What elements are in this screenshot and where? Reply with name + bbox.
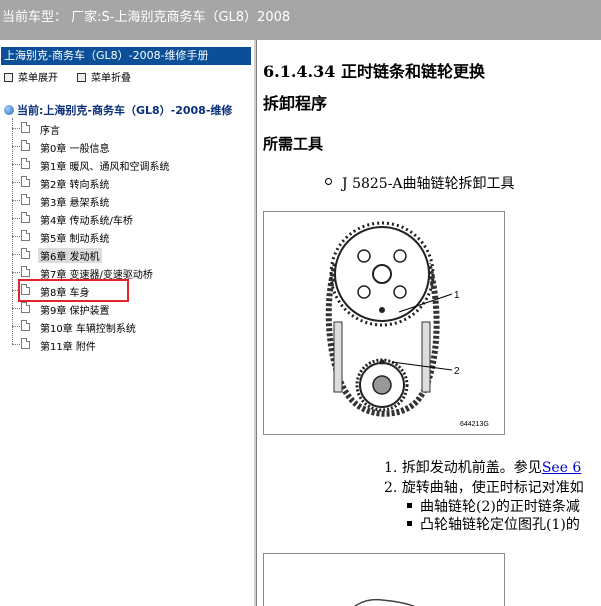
title-bar: 当前车型： 厂家:S-上海别克商务车（GL8）2008 (0, 0, 601, 40)
current-node-label: 当前:上海别克-商务车（GL8）-2008-维修 (17, 104, 233, 117)
selection-highlight-box (18, 279, 129, 302)
collapse-all-label: 菜单折叠 (91, 73, 131, 84)
callout-2: 2 (454, 366, 460, 377)
bullet-square-icon (407, 521, 412, 526)
collapse-all-button[interactable]: 菜单折叠 (77, 69, 131, 84)
document-icon (21, 230, 30, 241)
bullet-text: 曲轴链轮(2)的正时链条减 (420, 499, 580, 515)
toc-panel: 上海别克-商务车（GL8）-2008-维修手册 菜单展开 菜单折叠 当前:上海别… (0, 40, 253, 606)
expand-icon (4, 73, 13, 82)
toc-item-label: 第0章 一般信息 (40, 144, 110, 155)
step-2: 2. 旋转曲轴，使正时标记对准如 (384, 477, 584, 497)
document-icon (21, 212, 30, 223)
document-icon (21, 158, 30, 169)
toc-item-label: 第1章 暖风、通风和空调系统 (40, 162, 170, 173)
step-text: 拆卸发动机前盖。参见 (401, 460, 542, 476)
toc-item-label: 序言 (40, 126, 60, 137)
toc-item-label: 第4章 传动系统/车桥 (40, 216, 133, 227)
step-number: 2. (384, 480, 398, 496)
bullet-item: 凸轮轴链轮定位图孔(1)的 (407, 514, 580, 534)
bullet-text: 凸轮轴链轮定位图孔(1)的 (420, 517, 580, 533)
toc-item-label: 第10章 车辆控制系统 (40, 324, 136, 335)
toc-item-label: 第2章 转向系统 (40, 180, 110, 191)
engine-illustration-partial (354, 598, 415, 606)
step-text: 旋转曲轴，使正时标记对准如 (401, 480, 584, 496)
timing-chain-figure: 1 2 644213G (263, 211, 505, 435)
document-icon (21, 194, 30, 205)
figure-id: 644213G (460, 421, 489, 428)
tree-connector (12, 118, 13, 344)
tool-list-item: J 5825-A曲轴链轮拆卸工具 (325, 173, 515, 193)
current-node[interactable]: 当前:上海别克-商务车（GL8）-2008-维修 (4, 102, 232, 118)
bullet-item: 曲轴链轮(2)的正时链条减 (407, 496, 580, 516)
collapse-icon (77, 73, 86, 82)
expand-all-label: 菜单展开 (18, 73, 58, 84)
document-icon (21, 122, 30, 133)
document-icon (21, 302, 30, 313)
toc-item-label: 第9章 保护装置 (40, 306, 110, 317)
see-reference-link[interactable]: See 6 (542, 460, 582, 476)
second-figure (263, 553, 505, 606)
toc-item-label: 第6章 发动机 (38, 248, 102, 263)
toc-item-label: 第3章 悬架系统 (40, 198, 110, 209)
document-icon (21, 248, 30, 259)
tools-heading: 所需工具 (263, 135, 324, 153)
toc-item-label: 第5章 制动系统 (40, 234, 110, 245)
document-icon (21, 320, 30, 331)
document-icon (21, 176, 30, 187)
bullet-square-icon (407, 503, 412, 508)
timing-chain-illustration: 1 2 644213G (325, 221, 489, 428)
callout-1: 1 (454, 290, 460, 301)
manual-title[interactable]: 上海别克-商务车（GL8）-2008-维修手册 (1, 47, 251, 65)
globe-icon (4, 105, 14, 115)
section-title: 6.1.4.34 正时链条和链轮更换 (263, 62, 485, 81)
step-number: 1. (384, 460, 398, 476)
document-icon (21, 140, 30, 151)
content-panel: 6.1.4.34 正时链条和链轮更换 拆卸程序 所需工具 J 5825-A曲轴链… (257, 40, 601, 606)
bullet-circle-icon (325, 178, 332, 185)
vehicle-title: 当前车型： 厂家:S-上海别克商务车（GL8）2008 (2, 10, 291, 25)
expand-all-button[interactable]: 菜单展开 (4, 69, 58, 84)
document-icon (21, 266, 30, 277)
toc-item-label: 第11章 附件 (40, 342, 96, 353)
document-icon (21, 338, 30, 349)
procedure-heading: 拆卸程序 (263, 94, 328, 113)
step-1: 1. 拆卸发动机前盖。参见See 6 (384, 457, 581, 477)
tool-item-text: J 5825-A曲轴链轮拆卸工具 (342, 176, 515, 192)
